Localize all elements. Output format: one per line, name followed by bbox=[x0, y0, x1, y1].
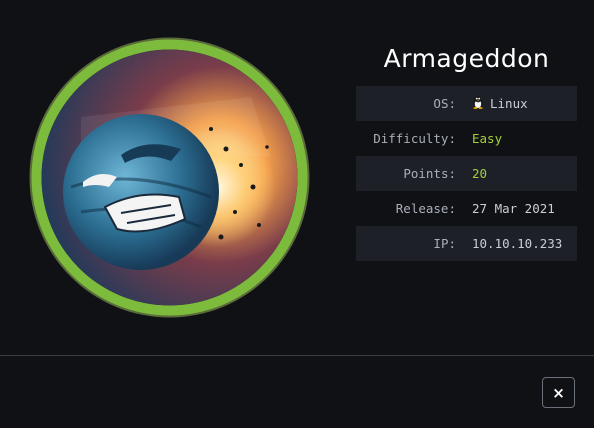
detail-row-os: OS: Linux bbox=[356, 86, 577, 121]
footer-divider bbox=[0, 355, 594, 356]
machine-name: Armageddon bbox=[383, 44, 550, 73]
close-icon: × bbox=[552, 383, 565, 402]
detail-label: IP: bbox=[433, 236, 456, 251]
detail-value-ip: 10.10.10.233 bbox=[472, 236, 563, 251]
detail-label: Release: bbox=[395, 201, 456, 216]
detail-value-os: Linux bbox=[490, 96, 528, 111]
detail-value-release: 27 Mar 2021 bbox=[472, 201, 555, 216]
detail-label: Points: bbox=[403, 166, 456, 181]
machine-avatar bbox=[21, 37, 318, 318]
detail-value-points: 20 bbox=[472, 166, 488, 181]
detail-label: Difficulty: bbox=[373, 131, 456, 146]
detail-row-points: Points: 20 bbox=[356, 156, 577, 191]
machine-info-modal: Armageddon OS: Linux Difficulty: Easy Po… bbox=[0, 0, 594, 428]
machine-details-table: OS: Linux Difficulty: Easy Points: 20 Re… bbox=[356, 86, 577, 261]
detail-row-ip: IP: 10.10.10.233 bbox=[356, 226, 577, 261]
detail-row-difficulty: Difficulty: Easy bbox=[356, 121, 577, 156]
detail-label: OS: bbox=[433, 96, 456, 111]
detail-value-difficulty: Easy bbox=[472, 131, 503, 146]
tux-icon bbox=[472, 95, 484, 112]
close-button[interactable]: × bbox=[542, 377, 575, 408]
detail-row-release: Release: 27 Mar 2021 bbox=[356, 191, 577, 226]
